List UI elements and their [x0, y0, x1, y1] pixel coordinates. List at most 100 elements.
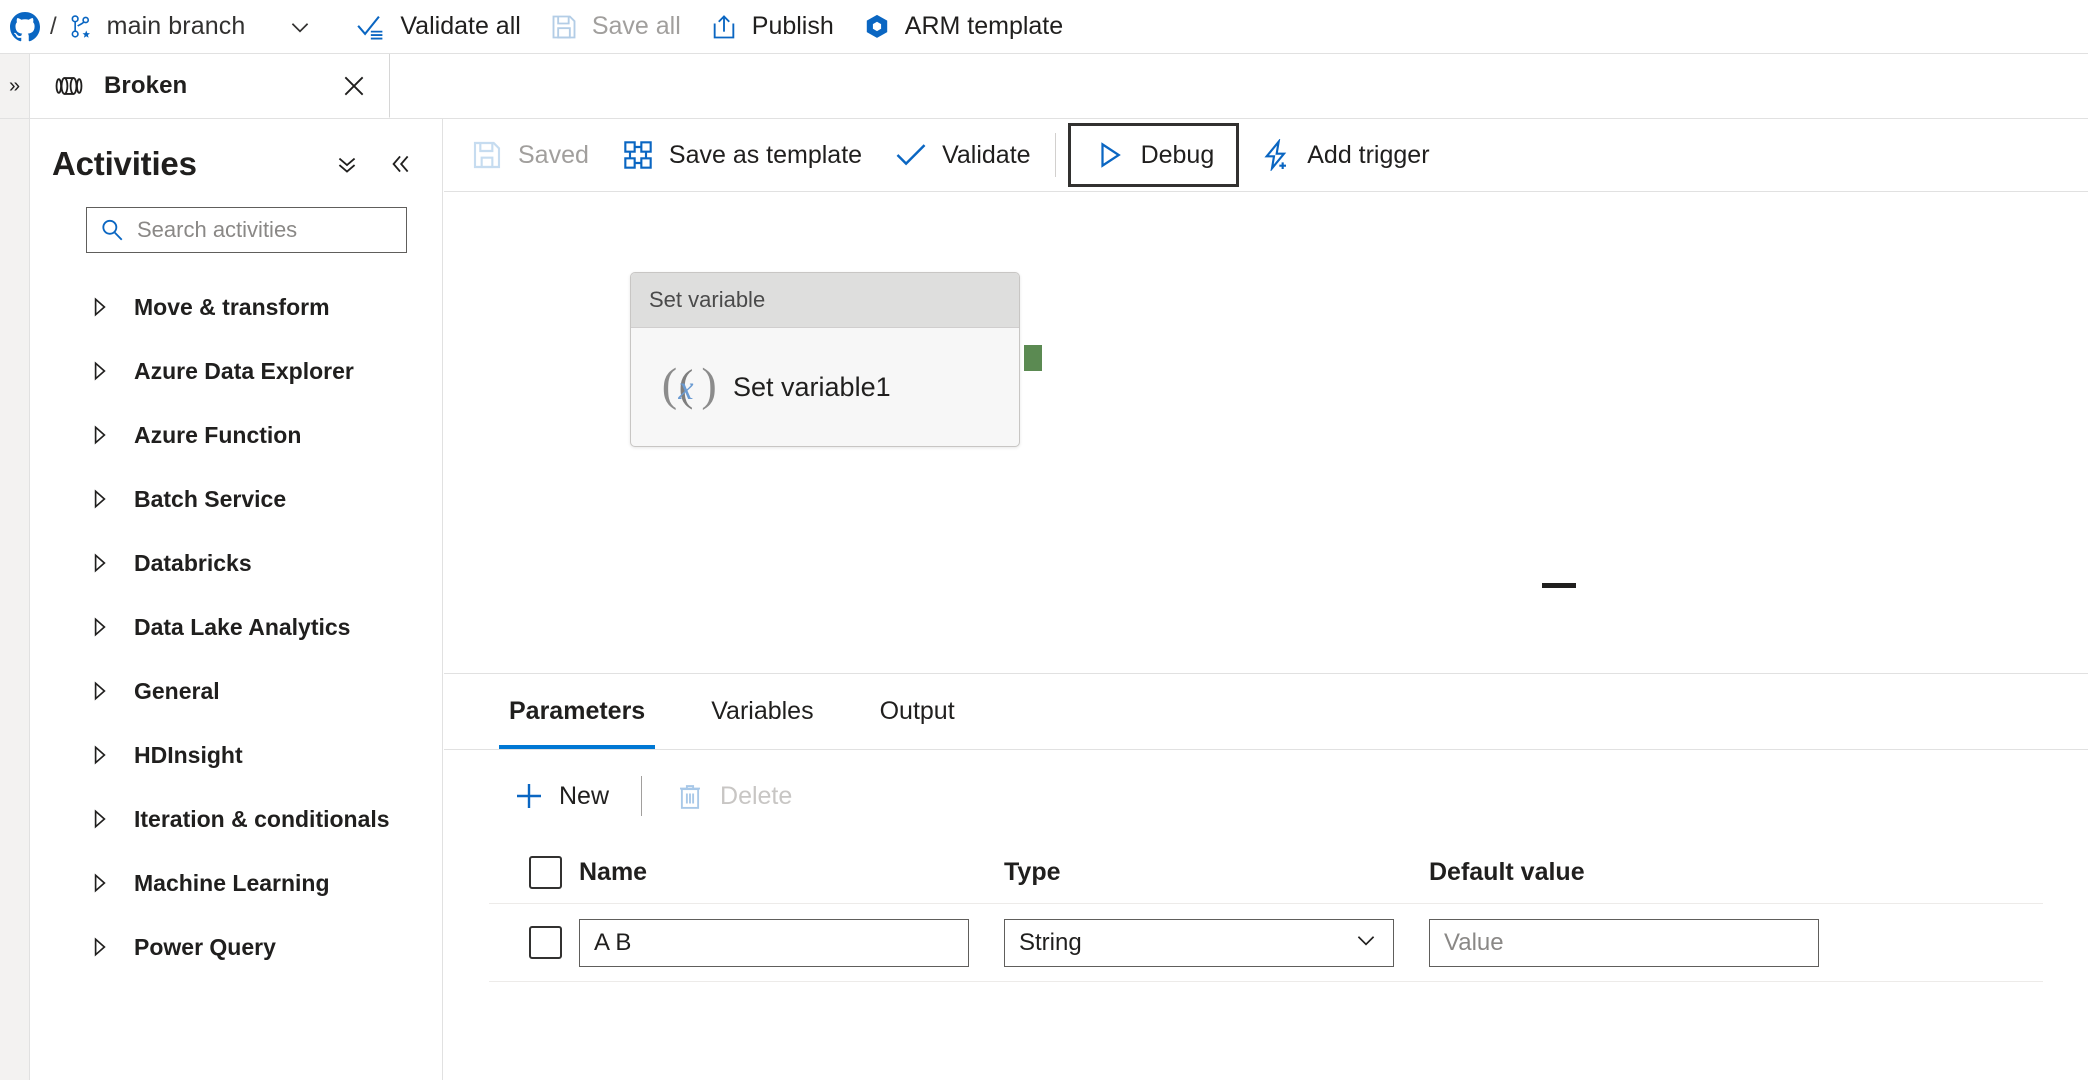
activity-group-label: Machine Learning — [134, 870, 330, 897]
chevron-right-icon — [90, 488, 112, 510]
column-header-type: Type — [1004, 858, 1061, 886]
parameter-default-value-input[interactable] — [1429, 919, 1819, 967]
search-icon — [99, 217, 125, 243]
row-default-cell — [1429, 919, 1854, 967]
activity-group-general[interactable]: General — [30, 659, 442, 723]
tab-parameters[interactable]: Parameters — [489, 673, 665, 749]
tab-broken[interactable]: Broken — [30, 54, 390, 118]
validate-all-label: Validate all — [400, 12, 520, 41]
plus-icon — [513, 780, 545, 812]
activity-group-azure-function[interactable]: Azure Function — [30, 403, 442, 467]
properties-panel: Parameters Variables Output New — [444, 673, 2088, 1080]
panel-splitter[interactable] — [444, 578, 2088, 592]
chevron-double-right-icon: » — [9, 75, 20, 98]
canvas-toolbar: Saved Save as template — [444, 119, 2088, 192]
activity-group-iteration-conditionals[interactable]: Iteration & conditionals — [30, 787, 442, 851]
validate-all-icon — [357, 12, 387, 42]
save-as-template-button[interactable]: Save as template — [605, 119, 878, 192]
tab-output[interactable]: Output — [860, 673, 975, 749]
activity-group-data-lake-analytics[interactable]: Data Lake Analytics — [30, 595, 442, 659]
tab-title: Broken — [104, 72, 187, 100]
activity-group-label: General — [134, 678, 220, 705]
chevron-right-icon — [90, 680, 112, 702]
chevron-right-icon — [90, 616, 112, 638]
activity-group-label: Power Query — [134, 934, 276, 961]
search-input[interactable] — [135, 216, 396, 244]
row-checkbox[interactable] — [529, 926, 562, 959]
save-all-button[interactable]: Save all — [535, 0, 695, 54]
activities-header: Activities — [30, 119, 442, 193]
tab-strip: » Broken — [0, 54, 2088, 119]
activity-group-label: Azure Data Explorer — [134, 358, 354, 385]
column-header-name: Name — [579, 858, 647, 886]
chevron-right-icon — [90, 296, 112, 318]
activity-group-move-transform[interactable]: Move & transform — [30, 275, 442, 339]
chevron-double-left-icon[interactable] — [386, 151, 412, 177]
parameter-name-input[interactable] — [579, 919, 969, 967]
column-header-default-cell: Default value — [1429, 858, 1854, 887]
activity-group-databricks[interactable]: Databricks — [30, 531, 442, 595]
save-all-icon — [549, 12, 579, 42]
publish-button[interactable]: Publish — [695, 0, 848, 54]
activity-group-label: Data Lake Analytics — [134, 614, 350, 641]
saved-button[interactable]: Saved — [454, 119, 605, 192]
arm-template-button[interactable]: ARM template — [848, 0, 1077, 54]
branch-dropdown-button[interactable] — [287, 14, 313, 40]
validate-all-button[interactable]: Validate all — [343, 0, 534, 54]
parameter-type-value: String — [1019, 929, 1082, 957]
activity-group-label: Batch Service — [134, 486, 286, 513]
activity-group-batch-service[interactable]: Batch Service — [30, 467, 442, 531]
add-trigger-button[interactable]: Add trigger — [1243, 119, 1445, 192]
activity-group-label: Iteration & conditionals — [134, 806, 390, 833]
activity-group-power-query[interactable]: Power Query — [30, 915, 442, 979]
new-parameter-label: New — [559, 782, 609, 811]
tab-variables[interactable]: Variables — [691, 673, 833, 749]
trash-icon — [674, 780, 706, 812]
column-header-name-cell: Name — [579, 858, 1004, 887]
activity-group-hdinsight[interactable]: HDInsight — [30, 723, 442, 787]
chevron-double-down-icon[interactable] — [334, 151, 360, 177]
pipeline-canvas[interactable]: Set variable ( x ( ) Set variable1 — [444, 192, 2088, 592]
expand-left-rail-button[interactable]: » — [0, 54, 30, 118]
publish-icon — [709, 12, 739, 42]
select-all-checkbox[interactable] — [529, 856, 562, 889]
chevron-down-icon — [1353, 927, 1379, 958]
chevron-right-icon — [90, 424, 112, 446]
activity-node-category: Set variable — [649, 287, 765, 313]
delete-parameter-button[interactable]: Delete — [660, 768, 806, 824]
validate-button[interactable]: Validate — [878, 119, 1047, 192]
pipeline-editor: Saved Save as template — [444, 119, 2088, 1080]
parameter-type-select[interactable]: String — [1004, 919, 1394, 967]
publish-label: Publish — [752, 12, 834, 41]
activity-group-azure-data-explorer[interactable]: Azure Data Explorer — [30, 339, 442, 403]
debug-button[interactable]: Debug — [1068, 123, 1240, 187]
parameters-table-header: Name Type Default value — [489, 842, 2043, 904]
set-variable-icon: ( x ( ) — [653, 357, 719, 417]
activity-node-body: ( x ( ) Set variable1 — [631, 328, 1019, 446]
chevron-right-icon — [90, 808, 112, 830]
left-rail — [0, 119, 30, 1080]
activity-group-label: HDInsight — [134, 742, 243, 769]
branch-name-label: main branch — [107, 12, 246, 41]
select-all-cell — [489, 856, 579, 889]
chevron-right-icon — [90, 552, 112, 574]
activity-node-header: Set variable — [631, 273, 1019, 328]
close-icon[interactable] — [341, 73, 367, 99]
node-output-port[interactable] — [1024, 345, 1042, 371]
search-activities-box[interactable] — [86, 207, 407, 253]
toolbar-divider — [641, 776, 642, 816]
activity-group-machine-learning[interactable]: Machine Learning — [30, 851, 442, 915]
activity-group-label: Azure Function — [134, 422, 301, 449]
tab-output-label: Output — [880, 697, 955, 726]
github-icon[interactable] — [10, 12, 40, 42]
add-trigger-icon — [1259, 138, 1293, 172]
activity-node-set-variable1[interactable]: Set variable ( x ( ) Set variable1 — [630, 272, 1020, 447]
save-as-template-label: Save as template — [669, 141, 862, 170]
branch-icon — [67, 13, 95, 41]
arm-template-icon — [862, 12, 892, 42]
new-parameter-button[interactable]: New — [499, 768, 623, 824]
pipeline-icon — [52, 69, 86, 103]
azure-data-factory-window: / main branch Valid — [0, 0, 2088, 1080]
parameters-table: Name Type Default value — [489, 842, 2043, 982]
delete-parameter-label: Delete — [720, 782, 792, 811]
